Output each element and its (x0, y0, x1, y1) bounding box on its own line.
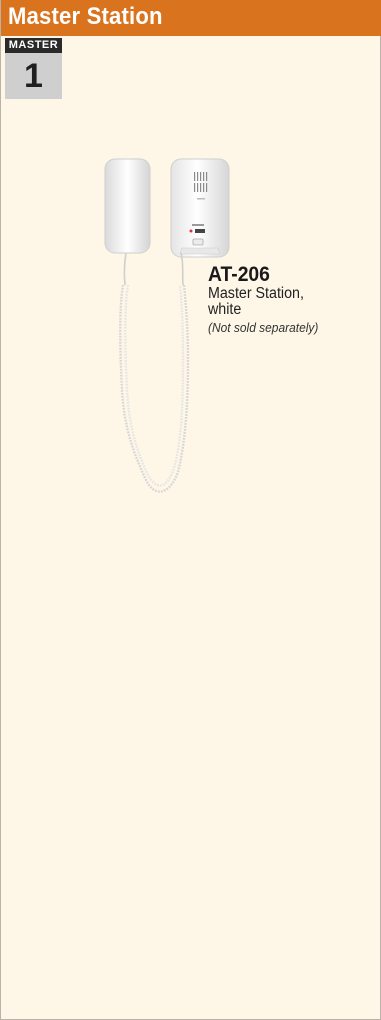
section-header: Master Station (1, 0, 381, 36)
coiled-cord (119, 252, 190, 493)
description-line-1: Master Station, (208, 285, 304, 302)
description-line-2: white (208, 301, 242, 318)
master-tag: MASTER 1 (5, 38, 62, 99)
base-unit (170, 158, 230, 258)
master-tag-number: 1 (24, 57, 43, 95)
product-note: (Not sold separately) (208, 320, 319, 335)
master-tag-label: MASTER (5, 38, 62, 53)
catalog-panel: Master Station MASTER 1 AT-206 Master St… (0, 0, 381, 1020)
handset (104, 158, 151, 254)
section-title: Master Station (8, 3, 163, 30)
product-description: Master Station, white (208, 286, 364, 318)
product-model: AT-206 (208, 263, 270, 286)
